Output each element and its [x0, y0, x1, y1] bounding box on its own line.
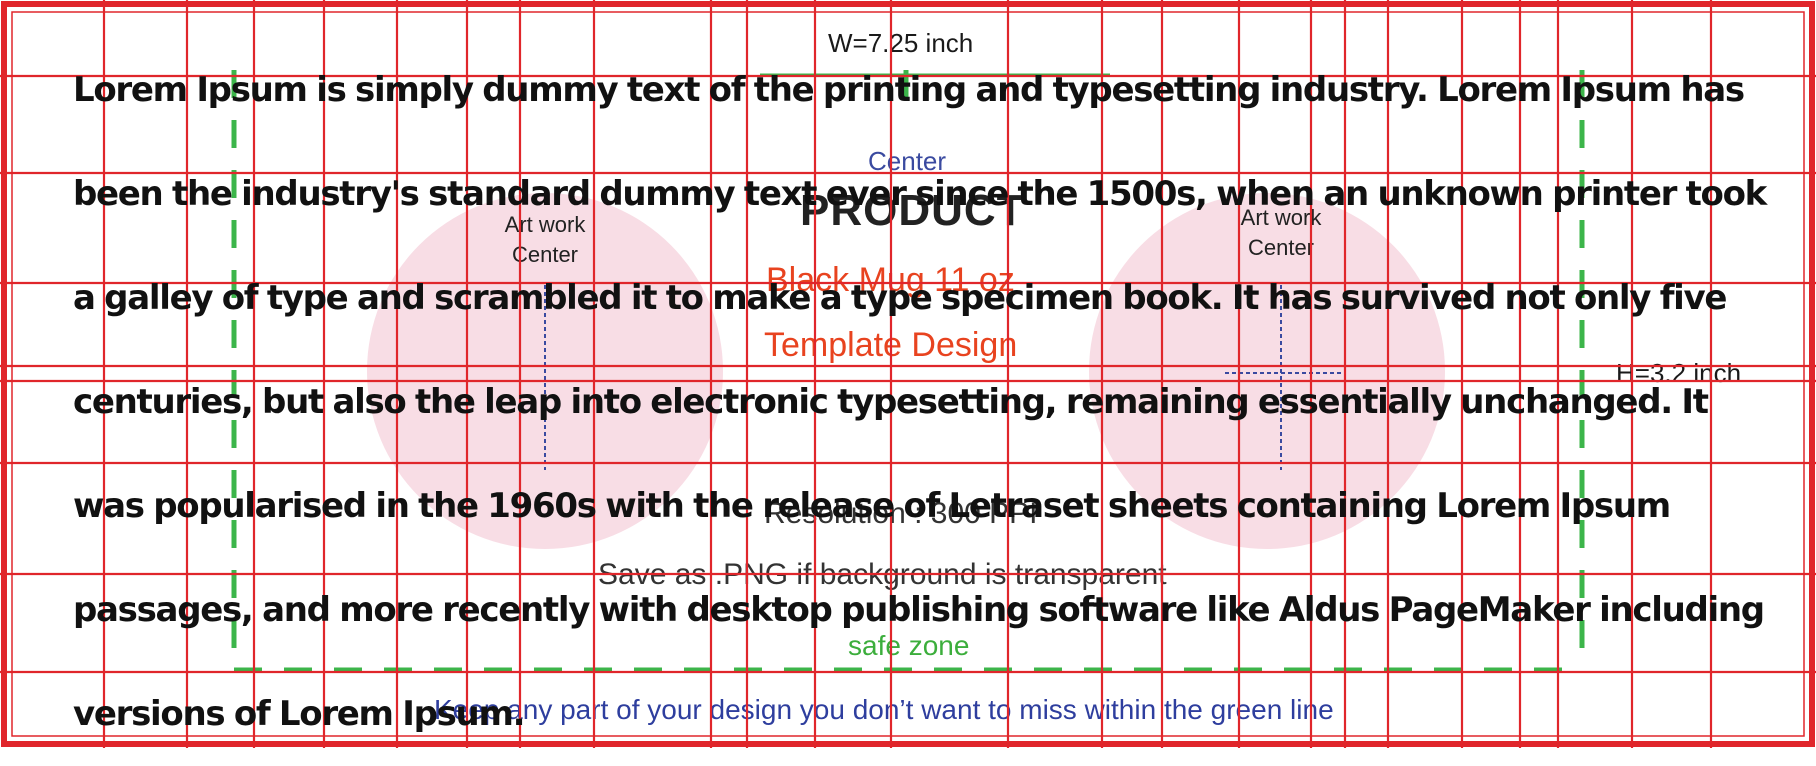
overlay-paragraph: Lorem Ipsum is simply dummy text of the … — [73, 70, 1767, 734]
mug-template-canvas: W=7.25 inch Center PRODUCT Black Mug 11 … — [0, 0, 1816, 748]
